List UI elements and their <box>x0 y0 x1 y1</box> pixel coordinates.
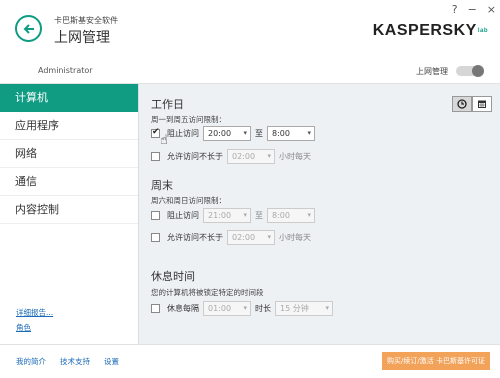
mouse-cursor-icon: ☝ <box>160 133 168 148</box>
chevron-down-icon: ▾ <box>243 304 247 312</box>
chevron-down-icon: ▾ <box>307 129 311 137</box>
clock-view-button[interactable] <box>452 96 472 112</box>
header: 卡巴斯基安全软件 上网管理 ? − × KASPERSKYlab <box>0 0 500 58</box>
chevron-down-icon: ▾ <box>243 129 247 137</box>
workday-title: 工作日 <box>151 98 184 111</box>
weekend-from-select[interactable]: 21:00 ▾ <box>203 208 251 223</box>
calendar-view-button[interactable] <box>472 96 492 112</box>
toggle-knob <box>472 65 484 77</box>
weekend-block-checkbox[interactable] <box>151 211 160 220</box>
weekend-to-value: 8:00 <box>272 211 290 220</box>
role-link[interactable]: 角色 <box>16 322 31 333</box>
weekend-block-row: 阻止访问 21:00 ▾ 至 8:00 ▾ <box>151 208 315 223</box>
calendar-icon <box>478 100 486 108</box>
view-toggle <box>452 96 492 112</box>
workday-to-select[interactable]: 8:00 ▾ <box>267 126 315 141</box>
workday-from-value: 20:00 <box>208 129 232 138</box>
sidebar-item-network[interactable]: 网络 <box>0 140 138 168</box>
workday-allow-value: 02:00 <box>232 152 256 161</box>
sidebar-item-computer[interactable]: 计算机 <box>0 84 138 112</box>
user-bar: Administrator 上网管理 <box>0 58 500 84</box>
settings-link[interactable]: 设置 <box>104 356 119 367</box>
chevron-down-icon: ▾ <box>325 304 329 312</box>
weekend-subtitle: 周六和周日访问限制： <box>151 196 226 205</box>
weekend-allow-label: 允许访问不长于 <box>167 233 223 242</box>
rest-duration-select[interactable]: 15 分钟 ▾ <box>275 301 333 316</box>
weekend-allow-value: 02:00 <box>232 233 256 242</box>
chevron-down-icon: ▾ <box>307 211 311 219</box>
sidebar-item-applications[interactable]: 应用程序 <box>0 112 138 140</box>
workday-block-row: 阻止访问 20:00 ▾ 至 8:00 ▾ <box>151 126 315 141</box>
back-button[interactable] <box>15 15 42 42</box>
workday-to-value: 8:00 <box>272 129 290 138</box>
arrow-left-icon <box>23 23 34 34</box>
workday-allow-label: 允许访问不长于 <box>167 152 223 161</box>
kaspersky-logo: KASPERSKYlab <box>373 22 488 40</box>
workday-from-select[interactable]: 20:00 ▾ <box>203 126 251 141</box>
username: Administrator <box>38 66 93 75</box>
workday-subtitle: 周一到周五访问限制： <box>151 115 226 124</box>
workday-allow-select[interactable]: 02:00 ▾ <box>227 149 275 164</box>
workday-allow-checkbox[interactable] <box>151 152 160 161</box>
weekend-allow-row: 允许访问不长于 02:00 ▾ 小时每天 <box>151 230 315 245</box>
workday-allow-row: 允许访问不长于 02:00 ▾ 小时每天 <box>151 149 315 164</box>
main-panel: 工作日 周一到周五访问限制： 阻止访问 20:00 ▾ 至 8:00 ▾ 允许访问不… <box>139 84 500 344</box>
rest-every-value: 01:00 <box>208 304 232 313</box>
rest-every-select[interactable]: 01:00 ▾ <box>203 301 251 316</box>
app-name: 卡巴斯基安全软件 <box>54 16 118 25</box>
sidebar-item-communication[interactable]: 通信 <box>0 168 138 196</box>
chevron-down-icon: ▾ <box>243 211 247 219</box>
window-controls: ? − × <box>452 3 496 16</box>
rest-subtitle: 您的计算机将被锁定特定的时间段 <box>151 288 264 297</box>
rest-every-label: 休息每隔 <box>167 304 199 313</box>
weekend-title: 周末 <box>151 179 173 192</box>
chevron-down-icon: ▾ <box>267 152 271 160</box>
license-button[interactable]: 购买/续订/激活 卡巴斯基许可证 <box>382 352 490 370</box>
clock-icon <box>457 99 467 109</box>
logo-lab: lab <box>477 27 488 34</box>
close-button[interactable]: × <box>487 3 496 16</box>
parental-control-label: 上网管理 <box>416 67 448 76</box>
support-link[interactable]: 技术支持 <box>60 356 90 367</box>
rest-duration-label: 时长 <box>255 304 271 313</box>
minimize-button[interactable]: − <box>468 3 477 16</box>
details-report-link[interactable]: 详细报告... <box>16 307 53 318</box>
footer: 我的简介 技术支持 设置 购买/续订/激活 卡巴斯基许可证 <box>0 344 500 378</box>
rest-duration-value: 15 分钟 <box>280 304 309 313</box>
workday-per-day-label: 小时每天 <box>279 152 311 161</box>
workday-block-label: 阻止访问 <box>167 129 199 138</box>
weekend-block-label: 阻止访问 <box>167 211 199 220</box>
workday-to-label: 至 <box>255 129 263 138</box>
rest-row: 休息每隔 01:00 ▾ 时长 15 分钟 ▾ <box>151 301 333 316</box>
weekend-to-select[interactable]: 8:00 ▾ <box>267 208 315 223</box>
rest-checkbox[interactable] <box>151 304 160 313</box>
rest-title: 休息时间 <box>151 270 195 283</box>
page-title: 上网管理 <box>54 30 110 46</box>
my-profile-link[interactable]: 我的简介 <box>16 356 46 367</box>
weekend-to-label: 至 <box>255 211 263 220</box>
logo-text: KASPERSKY <box>372 22 477 39</box>
sidebar-item-content-control[interactable]: 内容控制 <box>0 196 138 224</box>
weekend-allow-select[interactable]: 02:00 ▾ <box>227 230 275 245</box>
workday-block-checkbox[interactable] <box>151 127 160 138</box>
help-button[interactable]: ? <box>452 3 458 16</box>
app-window: 卡巴斯基安全软件 上网管理 ? − × KASPERSKYlab Adminis… <box>0 0 500 378</box>
parental-control-toggle[interactable] <box>456 65 484 77</box>
sidebar: 计算机 应用程序 网络 通信 内容控制 详细报告... 角色 <box>0 84 139 344</box>
chevron-down-icon: ▾ <box>267 233 271 241</box>
weekend-allow-checkbox[interactable] <box>151 233 160 242</box>
weekend-from-value: 21:00 <box>208 211 232 220</box>
weekend-per-day-label: 小时每天 <box>279 233 311 242</box>
